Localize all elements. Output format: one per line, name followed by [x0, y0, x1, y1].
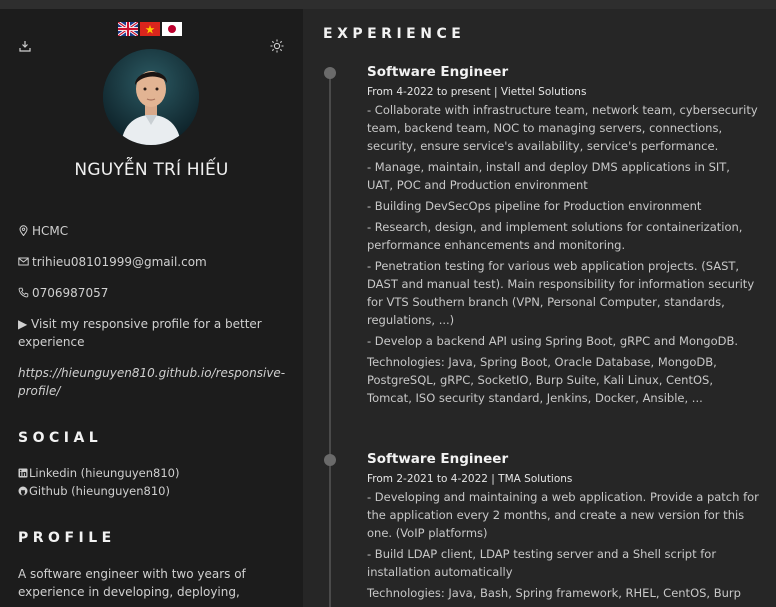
- job-meta: From 2-2021 to 4-2022 | TMA Solutions: [367, 473, 573, 485]
- profile-section-title: PROFILE: [18, 530, 116, 546]
- social-section-title: SOCIAL: [18, 430, 103, 446]
- github-link[interactable]: Github (hieunguyen810): [18, 484, 170, 498]
- top-bar: [0, 0, 776, 9]
- location-pin-icon: [18, 225, 29, 236]
- timeline-dot: [324, 454, 336, 466]
- job-line: - Research, design, and implement soluti…: [367, 220, 743, 252]
- avatar: [103, 49, 199, 145]
- main-content: EXPERIENCE Software Engineer From 4-2022…: [303, 9, 776, 607]
- mail-icon: [18, 256, 29, 267]
- job-line: - Building DevSecOps pipeline for Produc…: [367, 199, 702, 213]
- profile-name: NGUYỄN TRÍ HIẾU: [74, 160, 229, 180]
- linkedin-link[interactable]: Linkedin (hieunguyen810): [18, 466, 179, 480]
- job-meta: From 4-2022 to present | Viettel Solutio…: [367, 86, 587, 98]
- job-line: - Build LDAP client, LDAP testing server…: [367, 547, 717, 579]
- timeline-line: [329, 73, 331, 607]
- uk-flag-icon[interactable]: [118, 22, 138, 36]
- job-line: Technologies: Java, Spring Boot, Oracle …: [367, 355, 717, 405]
- experience-title: EXPERIENCE: [323, 26, 466, 42]
- github-icon: [18, 486, 28, 496]
- language-flags: [118, 22, 182, 36]
- linkedin-label: Linkedin (hieunguyen810): [29, 466, 180, 480]
- phone-row[interactable]: 0706987057: [18, 284, 290, 302]
- job-entry: Software Engineer From 4-2022 to present…: [367, 64, 759, 407]
- github-label: Github (hieunguyen810): [29, 484, 170, 498]
- job-line: - Manage, maintain, install and deploy D…: [367, 160, 730, 192]
- phone-text[interactable]: 0706987057: [32, 286, 108, 300]
- job-title: Software Engineer: [367, 64, 509, 80]
- job-line: - Collaborate with infrastructure team, …: [367, 103, 758, 153]
- location-row: HCMC: [18, 222, 290, 240]
- job-line: Technologies: Java, Bash, Spring framewo…: [367, 586, 741, 600]
- japan-flag-icon[interactable]: [162, 22, 182, 36]
- location-text: HCMC: [32, 224, 69, 238]
- download-icon[interactable]: [18, 39, 32, 53]
- job-line: - Developing and maintaining a web appli…: [367, 490, 759, 540]
- job-title: Software Engineer: [367, 451, 509, 467]
- linkedin-icon: [18, 468, 28, 478]
- sidebar: NGUYỄN TRÍ HIẾU HCMC trihieu08101999@gma…: [0, 9, 303, 607]
- visit-profile-text: ▶ Visit my responsive profile for a bett…: [18, 317, 262, 349]
- email-row[interactable]: trihieu08101999@gmail.com: [18, 253, 290, 271]
- email-text[interactable]: trihieu08101999@gmail.com: [32, 255, 207, 269]
- phone-icon: [18, 287, 29, 298]
- job-line: - Develop a backend API using Spring Boo…: [367, 334, 739, 348]
- profile-link[interactable]: https://hieunguyen810.github.io/responsi…: [18, 364, 290, 400]
- timeline-dot: [324, 67, 336, 79]
- job-entry: Software Engineer From 2-2021 to 4-2022 …: [367, 451, 759, 602]
- vietnam-flag-icon[interactable]: [140, 22, 160, 36]
- job-line: - Penetration testing for various web ap…: [367, 259, 755, 327]
- sun-icon[interactable]: [270, 39, 284, 53]
- profile-summary: A software engineer with two years of ex…: [18, 567, 246, 599]
